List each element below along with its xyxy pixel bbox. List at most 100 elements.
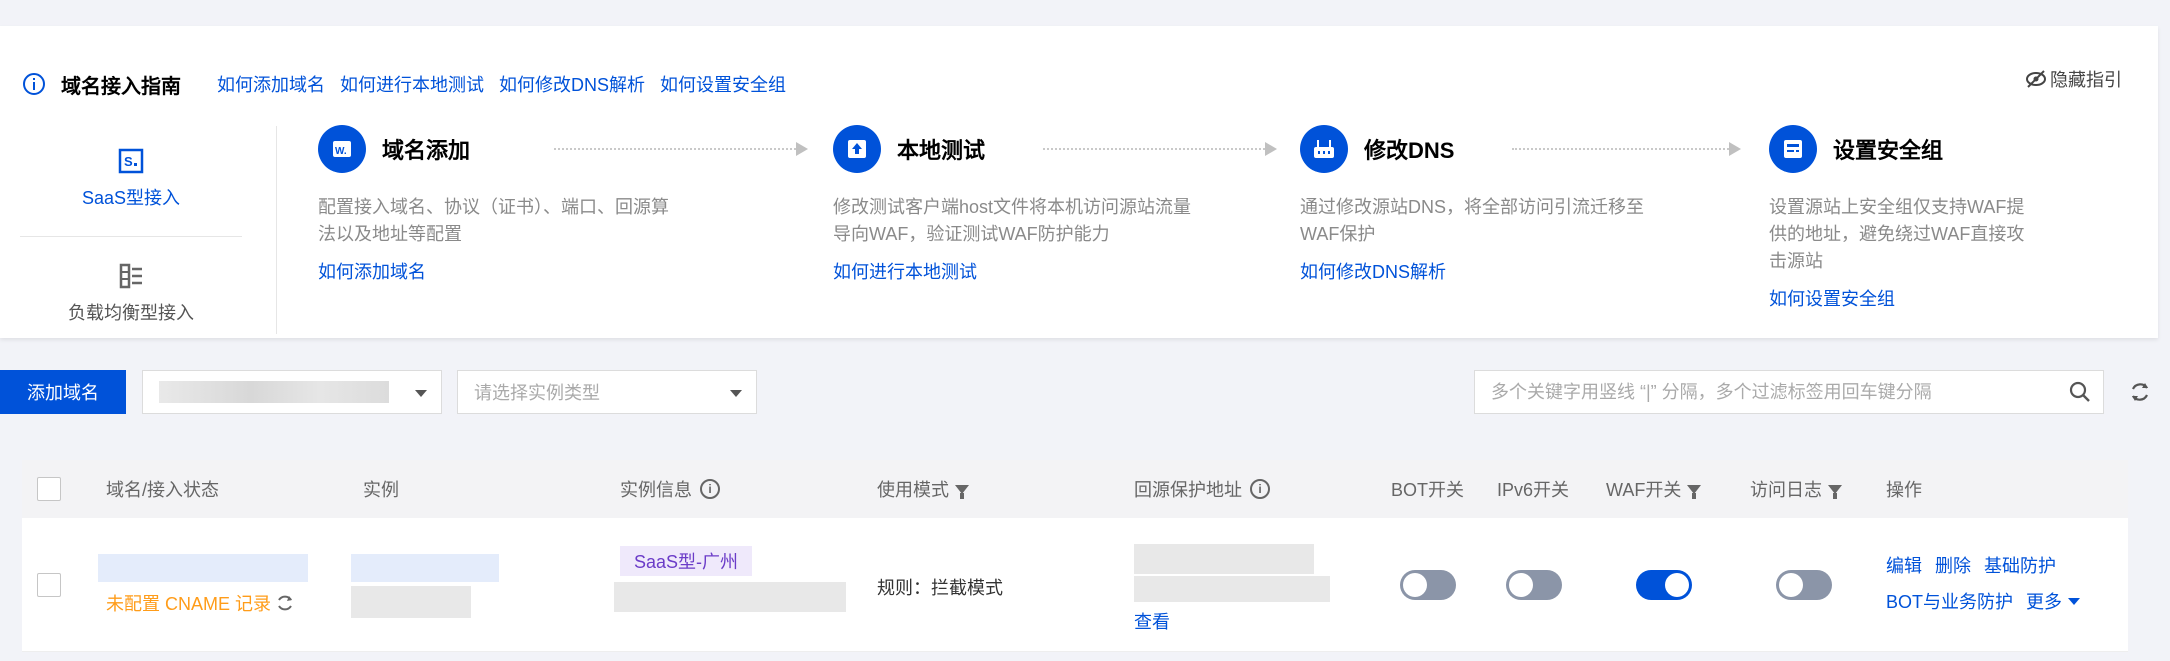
step-title: 域名添加: [382, 138, 471, 163]
header-mode: 使用模式: [877, 460, 969, 518]
svg-text:S: S: [124, 154, 133, 169]
guide-link-security-group[interactable]: 如何设置安全组: [660, 71, 786, 97]
filter-icon[interactable]: [1687, 484, 1702, 499]
ipv6-toggle[interactable]: [1506, 570, 1562, 600]
tab-saas-label: SaaS型接入: [81, 188, 181, 208]
header-ipv6: IPv6开关: [1497, 480, 1570, 500]
add-domain-button[interactable]: 添加域名: [0, 370, 126, 414]
filter-icon[interactable]: [1828, 484, 1842, 499]
header-instance-info-label: 实例信息: [620, 480, 692, 500]
hide-guide-button[interactable]: 隐藏指引: [2024, 66, 2122, 92]
step-local-test: 本地测试 修改测试客户端host文件将本机访问源站流量导向WAF，验证测试WAF…: [833, 124, 1277, 284]
tab-load-balancer-access[interactable]: 负载均衡型接入: [20, 237, 242, 351]
refresh-icon[interactable]: [2128, 380, 2152, 404]
step-title: 本地测试: [897, 138, 986, 163]
guide-header: 域名接入指南 如何添加域名 如何进行本地测试 如何修改DNS解析 如何设置安全组: [22, 66, 801, 102]
header-instance-info: 实例信息 i: [620, 460, 720, 518]
step-desc: 修改测试客户端host文件将本机访问源站流量导向WAF，验证测试WAF防护能力: [833, 197, 1192, 244]
guide-title: 域名接入指南: [61, 75, 181, 98]
redacted-instance: [351, 554, 499, 582]
step-modify-dns: 修改DNS 通过修改源站DNS，将全部访问引流迁移至WAF保护 如何修改DNS解…: [1300, 124, 1741, 284]
svg-text:W.: W.: [335, 146, 347, 157]
step-arrow: [1043, 142, 1277, 156]
step-desc: 通过修改源站DNS，将全部访问引流迁移至WAF保护: [1300, 197, 1645, 244]
upload-icon: [833, 125, 881, 173]
header-instance: 实例: [363, 480, 399, 500]
header-log-label: 访问日志: [1750, 480, 1822, 500]
chevron-down-icon: [415, 390, 427, 397]
table-header: 域名/接入状态 实例 实例信息 i 使用模式 回源保护地址 i BOT开关 IP…: [22, 460, 2128, 518]
step-add-domain: W. 域名添加 配置接入域名、协议（证书）、端口、回源算法以及地址等配置 如何添…: [318, 124, 808, 284]
header-origin-label: 回源保护地址: [1134, 480, 1242, 500]
header-mode-label: 使用模式: [877, 480, 949, 500]
redacted-origin-2: [1134, 576, 1330, 602]
tab-saas-access[interactable]: S SaaS型接入: [20, 122, 242, 236]
info-icon[interactable]: i: [1250, 479, 1270, 499]
search-input[interactable]: [1474, 370, 2104, 414]
filter-icon[interactable]: [955, 484, 969, 499]
more-dropdown[interactable]: 更多: [2026, 592, 2081, 612]
domain-icon: W.: [318, 125, 366, 173]
guide-divider: [276, 126, 277, 334]
instance-type-select[interactable]: 请选择实例类型: [457, 370, 757, 414]
guide-link-local-test[interactable]: 如何进行本地测试: [340, 71, 484, 97]
header-waf-label: WAF开关: [1606, 480, 1682, 500]
info-icon[interactable]: i: [700, 479, 720, 499]
step-title: 修改DNS: [1364, 138, 1455, 163]
info-icon: [23, 73, 45, 95]
step-link[interactable]: 如何修改DNS解析: [1300, 258, 1662, 284]
row-checkbox[interactable]: [37, 573, 61, 597]
edit-link[interactable]: 编辑: [1886, 556, 1922, 576]
header-bot: BOT开关: [1391, 480, 1465, 500]
basic-protection-link[interactable]: 基础防护: [1984, 556, 2056, 576]
saas-icon: S: [118, 148, 144, 174]
step-title: 设置安全组: [1833, 138, 1944, 163]
domain-table: 域名/接入状态 实例 实例信息 i 使用模式 回源保护地址 i BOT开关 IP…: [22, 460, 2128, 652]
header-domain: 域名/接入状态: [106, 480, 220, 500]
bot-toggle[interactable]: [1400, 570, 1456, 600]
instance-select[interactable]: [142, 370, 442, 414]
more-label: 更多: [2026, 592, 2063, 612]
access-guide-panel: 域名接入指南 如何添加域名 如何进行本地测试 如何修改DNS解析 如何设置安全组…: [0, 26, 2158, 338]
header-origin: 回源保护地址 i: [1134, 460, 1270, 518]
chevron-down-icon: [730, 390, 742, 397]
eye-off-icon: [2026, 70, 2046, 88]
redacted-origin: [1134, 544, 1314, 574]
step-arrow: [1512, 142, 1741, 156]
step-link[interactable]: 如何添加域名: [318, 258, 680, 284]
step-link[interactable]: 如何进行本地测试: [833, 258, 1195, 284]
tab-load-balancer-label: 负载均衡型接入: [68, 303, 194, 323]
chevron-down-icon: [2068, 598, 2081, 605]
server-icon: [1769, 125, 1817, 173]
origin-view-link[interactable]: 查看: [1134, 608, 1170, 634]
instance-tag: SaaS型-广州: [620, 546, 753, 576]
hide-guide-label: 隐藏指引: [2050, 70, 2122, 90]
log-toggle[interactable]: [1776, 570, 1832, 600]
step-desc: 配置接入域名、协议（证书）、端口、回源算法以及地址等配置: [318, 197, 669, 244]
router-icon: [1300, 125, 1348, 173]
refresh-icon[interactable]: [275, 593, 295, 613]
bot-business-protection-link[interactable]: BOT与业务防护: [1886, 592, 2013, 612]
guide-link-modify-dns[interactable]: 如何修改DNS解析: [499, 71, 645, 97]
header-log: 访问日志: [1750, 460, 1842, 518]
search-icon[interactable]: [2068, 380, 2092, 404]
step-link[interactable]: 如何设置安全组: [1769, 285, 2041, 311]
access-status: 未配置 CNAME 记录: [106, 590, 295, 616]
select-all-checkbox[interactable]: [37, 477, 61, 501]
use-mode: 规则：拦截模式: [877, 578, 1003, 598]
waf-toggle[interactable]: [1636, 570, 1692, 600]
delete-link[interactable]: 删除: [1935, 556, 1971, 576]
redacted-instance-id: [351, 586, 471, 618]
instance-type-placeholder: 请选择实例类型: [474, 383, 600, 403]
load-balancer-icon: [119, 263, 142, 289]
status-text: 未配置 CNAME 记录: [106, 594, 272, 614]
step-desc: 设置源站上安全组仅支持WAF提供的地址，避免绕过WAF直接攻击源站: [1769, 197, 2025, 271]
header-ops: 操作: [1886, 480, 1922, 500]
redacted-domain: [98, 554, 308, 582]
header-waf: WAF开关: [1606, 460, 1702, 518]
redacted-instance-info: [614, 582, 846, 612]
step-arrow: [554, 142, 808, 156]
guide-link-add-domain[interactable]: 如何添加域名: [217, 71, 325, 97]
step-security-group: 设置安全组 设置源站上安全组仅支持WAF提供的地址，避免绕过WAF直接攻击源站 …: [1769, 124, 2041, 311]
redacted-value: [159, 381, 389, 403]
